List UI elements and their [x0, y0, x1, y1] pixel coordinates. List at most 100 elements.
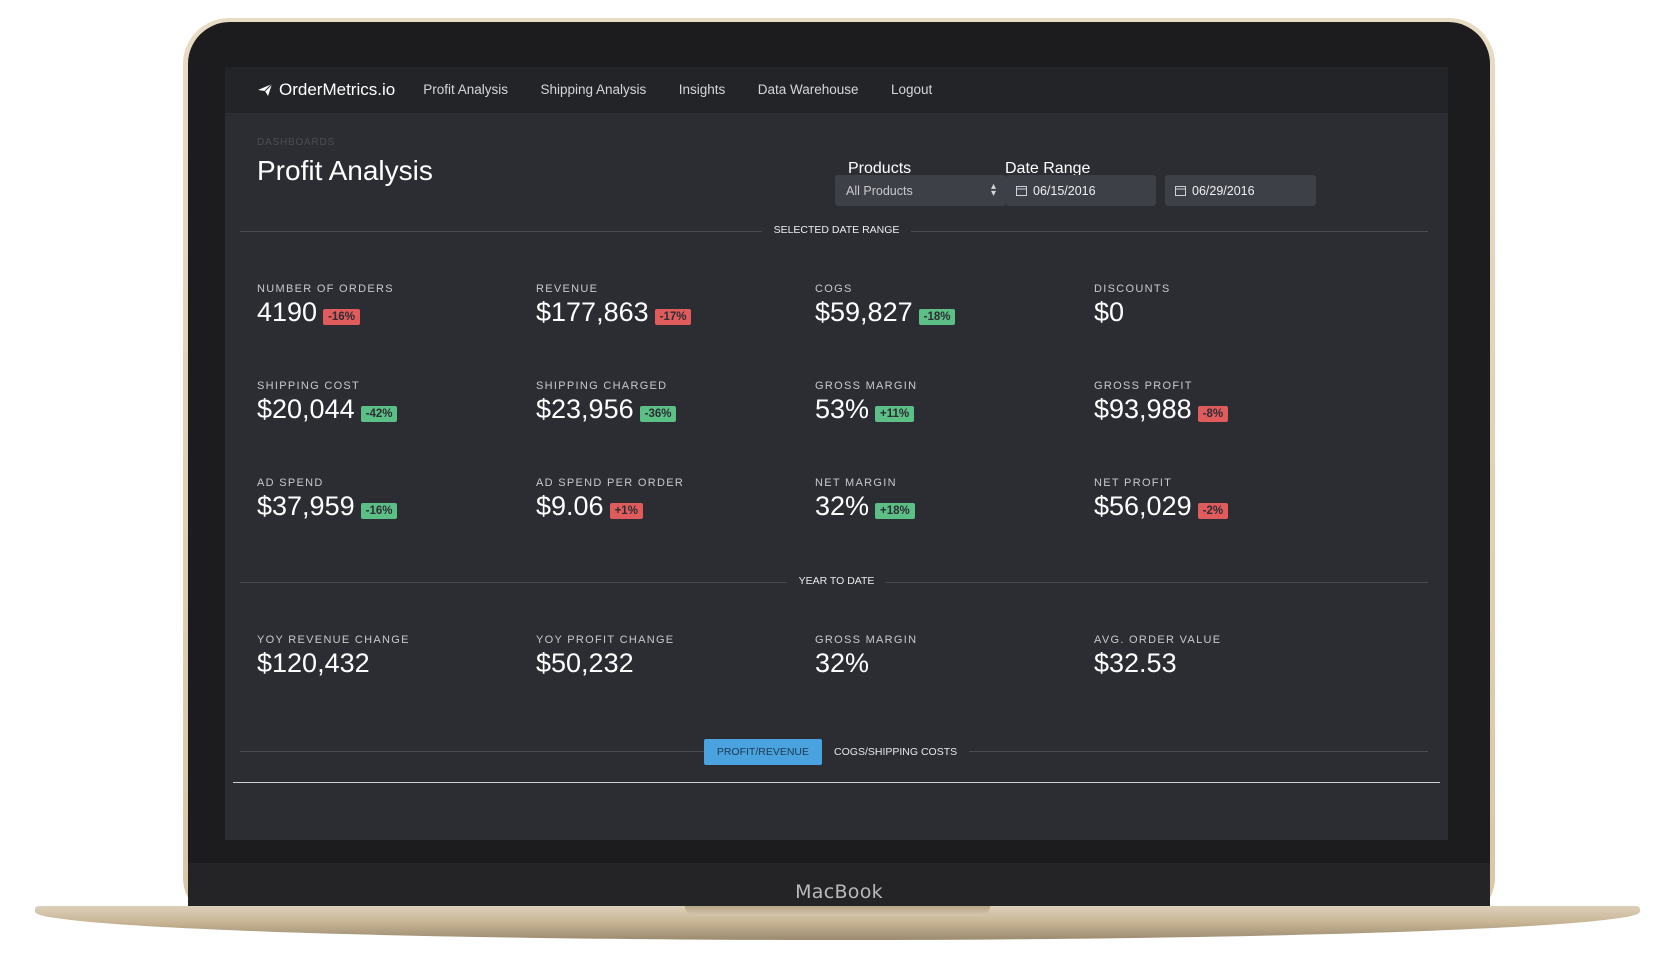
- metric-value: $50,232: [536, 648, 634, 678]
- metric-card: NET PROFIT $56,029 -2%: [1094, 477, 1354, 522]
- nav-data-warehouse[interactable]: Data Warehouse: [758, 82, 859, 97]
- metric-value-row: $56,029 -2%: [1094, 491, 1354, 522]
- metric-card: SHIPPING COST $20,044 -42%: [257, 380, 517, 425]
- metric-card: GROSS MARGIN 32%: [815, 634, 1075, 679]
- metric-value-row: $32.53: [1094, 648, 1354, 679]
- metric-card: YOY REVENUE CHANGE $120,432: [257, 634, 517, 679]
- metric-value: $59,827: [815, 297, 913, 327]
- change-badge: -42%: [360, 405, 398, 422]
- change-badge: -17%: [654, 308, 692, 325]
- metric-value: $23,956: [536, 394, 634, 424]
- top-navbar: OrderMetrics.io Profit Analysis Shipping…: [225, 67, 1448, 113]
- change-badge: -8%: [1197, 405, 1229, 422]
- change-badge: -18%: [918, 308, 956, 325]
- app-screen: OrderMetrics.io Profit Analysis Shipping…: [225, 67, 1448, 840]
- chart-tabs: PROFIT/REVENUE COGS/SHIPPING COSTS: [225, 739, 1448, 765]
- metric-label: GROSS MARGIN: [815, 380, 918, 392]
- metric-value-row: $9.06 +1%: [536, 491, 796, 522]
- select-arrows-icon: ▴ ▾: [990, 181, 996, 199]
- tab-cogs-shipping[interactable]: COGS/SHIPPING COSTS: [822, 739, 970, 765]
- metric-label: REVENUE: [536, 283, 599, 295]
- metric-card: NUMBER OF ORDERS 4190 -16%: [257, 283, 517, 328]
- metric-card: GROSS MARGIN 53% +11%: [815, 380, 1075, 425]
- metric-value: $37,959: [257, 491, 355, 521]
- metric-label: GROSS MARGIN: [815, 634, 918, 646]
- metric-value-row: $37,959 -16%: [257, 491, 517, 522]
- metric-label: AD SPEND: [257, 477, 324, 489]
- section-label-text: SELECTED DATE RANGE: [761, 224, 912, 236]
- metric-label: SHIPPING CHARGED: [536, 380, 668, 392]
- app-logo[interactable]: OrderMetrics.io: [257, 80, 395, 100]
- products-select[interactable]: All Products ▴ ▾: [835, 175, 1006, 206]
- change-badge: -16%: [323, 308, 360, 325]
- metric-card: AVG. ORDER VALUE $32.53: [1094, 634, 1354, 679]
- end-date-field[interactable]: 06/29/2016: [1165, 175, 1316, 206]
- device-label: MacBook: [795, 881, 883, 903]
- nav-logout[interactable]: Logout: [891, 82, 932, 97]
- metric-label: AD SPEND PER ORDER: [536, 477, 685, 489]
- metric-label: NET PROFIT: [1094, 477, 1173, 489]
- metric-label: COGS: [815, 283, 853, 295]
- metric-card: REVENUE $177,863 -17%: [536, 283, 796, 328]
- metric-value-row: $20,044 -42%: [257, 394, 517, 425]
- start-date-value: 06/15/2016: [1033, 183, 1096, 198]
- calendar-icon: [1016, 186, 1027, 196]
- metric-value: 32%: [815, 648, 870, 678]
- paper-plane-icon: [258, 83, 273, 96]
- laptop-hinge-notch: [685, 906, 990, 916]
- metric-card: SHIPPING CHARGED $23,956 -36%: [536, 380, 796, 425]
- metric-value: $9.06: [536, 491, 604, 521]
- metric-label: YOY PROFIT CHANGE: [536, 634, 675, 646]
- tab-profit-revenue[interactable]: PROFIT/REVENUE: [703, 739, 823, 765]
- nav-profit-analysis[interactable]: Profit Analysis: [423, 82, 508, 97]
- metric-card: COGS $59,827 -18%: [815, 283, 1075, 328]
- metric-value: $93,988: [1094, 394, 1192, 424]
- metric-card: NET MARGIN 32% +18%: [815, 477, 1075, 522]
- change-badge: +1%: [609, 502, 643, 519]
- metric-value-row: 53% +11%: [815, 394, 1075, 425]
- change-badge: -2%: [1197, 502, 1229, 519]
- breadcrumb[interactable]: DASHBOARDS: [257, 137, 335, 148]
- metric-value-row: $23,956 -36%: [536, 394, 796, 425]
- metric-card: AD SPEND $37,959 -16%: [257, 477, 517, 522]
- metric-value: $56,029: [1094, 491, 1192, 521]
- metric-value: $0: [1094, 297, 1125, 327]
- start-date-field[interactable]: 06/15/2016: [1006, 175, 1156, 206]
- products-select-value: All Products: [846, 183, 913, 198]
- metric-label: NUMBER OF ORDERS: [257, 283, 394, 295]
- change-badge: +18%: [875, 502, 915, 519]
- panel-bottom-border: [233, 782, 1440, 783]
- change-badge: -36%: [639, 405, 677, 422]
- metric-value-row: $0: [1094, 297, 1354, 328]
- page-title: Profit Analysis: [257, 155, 433, 186]
- metric-value: $120,432: [257, 648, 370, 678]
- metric-card: YOY PROFIT CHANGE $50,232: [536, 634, 796, 679]
- section-label-ytd: YEAR TO DATE: [225, 575, 1448, 587]
- metric-value: $177,863: [536, 297, 649, 327]
- metric-label: DISCOUNTS: [1094, 283, 1171, 295]
- metric-value-row: 32% +18%: [815, 491, 1075, 522]
- end-date-value: 06/29/2016: [1192, 183, 1255, 198]
- metric-card: GROSS PROFIT $93,988 -8%: [1094, 380, 1354, 425]
- change-badge: +11%: [875, 405, 915, 422]
- change-badge: -16%: [360, 502, 398, 519]
- metric-label: AVG. ORDER VALUE: [1094, 634, 1222, 646]
- metric-card: AD SPEND PER ORDER $9.06 +1%: [536, 477, 796, 522]
- metric-label: SHIPPING COST: [257, 380, 361, 392]
- metric-value: $20,044: [257, 394, 355, 424]
- main-nav: Profit Analysis Shipping Analysis Insigh…: [423, 81, 960, 99]
- metric-value: 4190: [257, 297, 318, 327]
- metric-value: 32%: [815, 491, 870, 521]
- metric-value-row: $50,232: [536, 648, 796, 679]
- metric-label: YOY REVENUE CHANGE: [257, 634, 410, 646]
- metric-value: 53%: [815, 394, 870, 424]
- metric-value-row: 4190 -16%: [257, 297, 517, 328]
- nav-insights[interactable]: Insights: [679, 82, 726, 97]
- metric-label: GROSS PROFIT: [1094, 380, 1193, 392]
- section-label-text: YEAR TO DATE: [786, 575, 887, 587]
- metric-value-row: $120,432: [257, 648, 517, 679]
- calendar-icon: [1175, 186, 1186, 196]
- metric-value-row: $177,863 -17%: [536, 297, 796, 328]
- metric-value-row: 32%: [815, 648, 1075, 679]
- nav-shipping-analysis[interactable]: Shipping Analysis: [540, 82, 646, 97]
